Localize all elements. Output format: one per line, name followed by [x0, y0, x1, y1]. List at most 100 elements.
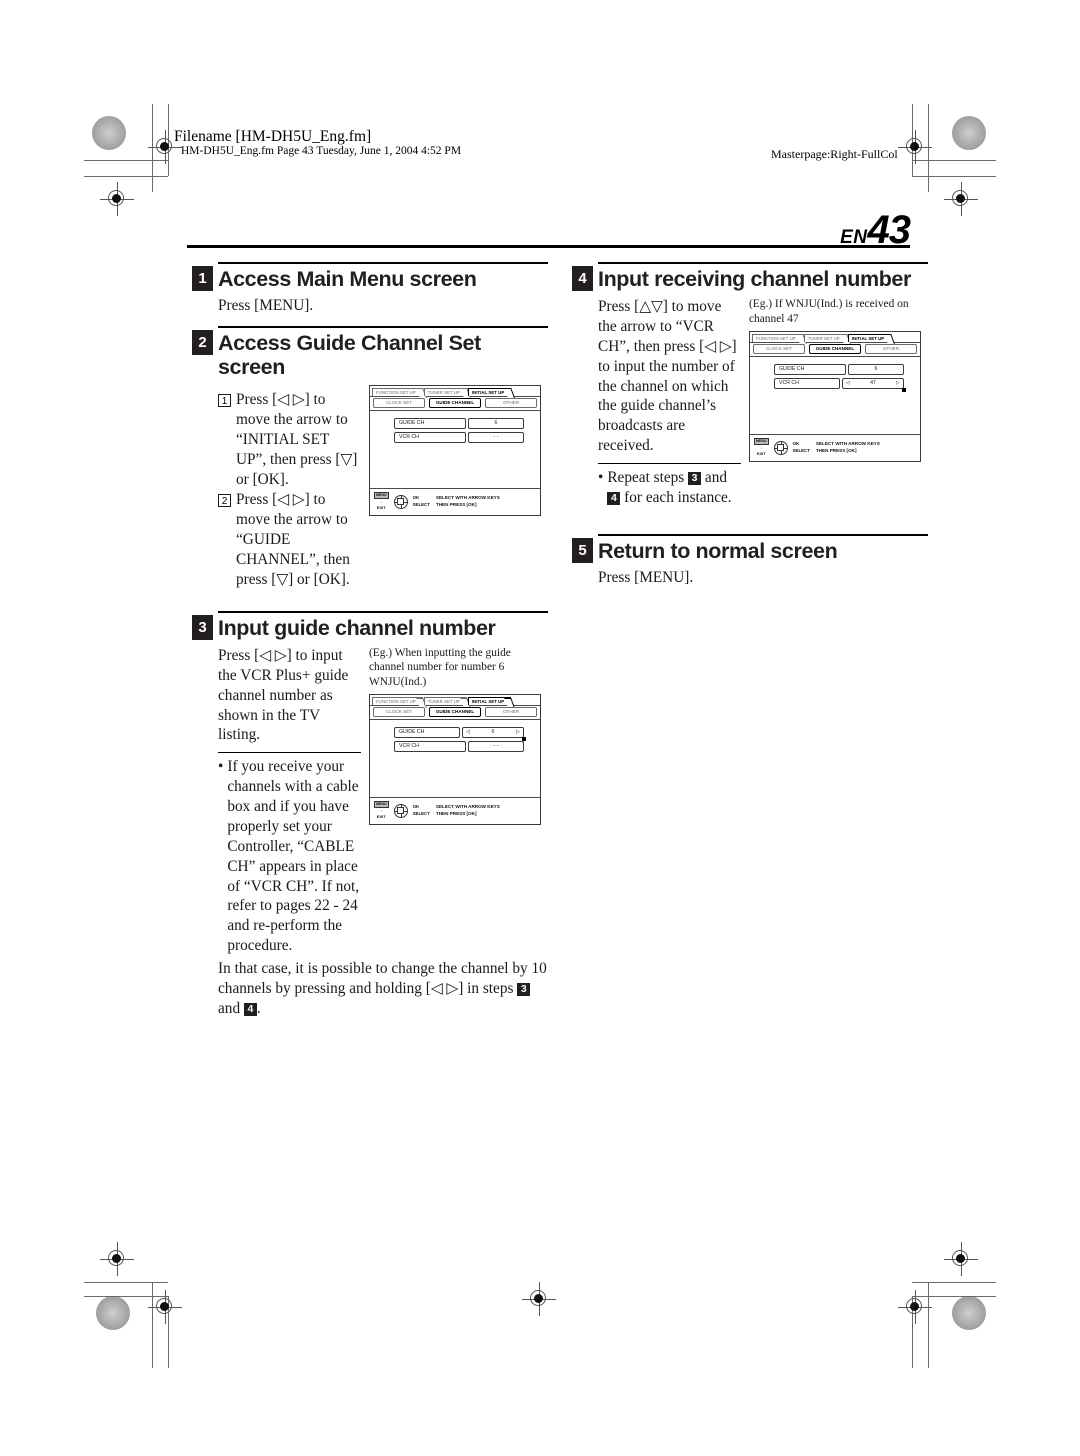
- step-3-text-col: Press [◁ ▷] to input the VCR Plus+ guide…: [218, 646, 361, 956]
- substep-text: Press [◁ ▷] to move the arrow to “GUIDE …: [236, 491, 350, 588]
- header-file-info: HM-DH5U_Eng.fm Page 43 Tuesday, June 1, …: [181, 145, 462, 157]
- osd-legend-menu-exit: MENU ↓ EXIT: [754, 438, 769, 457]
- osd-row-value[interactable]: ◁ 47 ▷: [842, 378, 906, 393]
- osd-tab-initial-set-up[interactable]: INITIAL SET UP: [847, 334, 892, 343]
- step-4-text: Press [△▽] to move the arrow to “VCR CH”…: [598, 298, 737, 455]
- step-3-badge: 3: [192, 614, 213, 640]
- step-3-note: In that case, it is possible to change t…: [218, 959, 548, 1019]
- step-5-badge: 5: [572, 537, 593, 563]
- osd-row-value[interactable]: 6: [848, 364, 904, 376]
- osd-legend-ok-select: OK SELECT: [413, 804, 430, 817]
- color-blob-top-right: [952, 116, 986, 150]
- osd-subtab-clock-set[interactable]: CLOCK SET: [753, 344, 805, 355]
- osd-tab-tuner-set-up[interactable]: TUNER SET UP: [423, 388, 467, 397]
- osd-tab-initial-set-up[interactable]: INITIAL SET UP: [467, 388, 512, 397]
- step-1-badge: 1: [192, 266, 213, 291]
- step-1: 1 Access Main Menu screen: [192, 262, 548, 291]
- trim-line: [84, 176, 168, 177]
- instruction-line-2: THEN PRESS [OK]: [435, 810, 477, 816]
- osd-legend-ok-select: OK SELECT: [413, 495, 430, 508]
- trim-line: [84, 1282, 168, 1283]
- left-arrow-icon[interactable]: ◁: [846, 379, 850, 388]
- osd-row-value[interactable]: - -: [468, 741, 524, 753]
- osd-tab-tuner-set-up[interactable]: TUNER SET UP: [803, 334, 847, 343]
- osd-tab-initial-set-up[interactable]: INITIAL SET UP: [467, 697, 512, 706]
- step-2-substeps: 1 Press [◁ ▷] to move the arrow to “INIT…: [218, 385, 361, 591]
- step-4-figure: (Eg.) If WNJU(Ind.) is received on chann…: [749, 297, 928, 508]
- osd-row-label: GUIDE CH: [394, 727, 460, 739]
- step-3-figure: (Eg.) When inputting the guide channel n…: [369, 646, 548, 956]
- step-4-text-col: Press [△▽] to move the arrow to “VCR CH”…: [598, 297, 741, 508]
- divider: [598, 463, 741, 465]
- osd-subtab-row: CLOCK SET GUIDE CHANNEL OTHER: [750, 342, 920, 356]
- osd-row-value[interactable]: ◁ 6 ▷: [462, 727, 526, 742]
- step-3-bullet-block: • If you receive your channels with a ca…: [218, 757, 361, 956]
- osd-tab-function-set-up[interactable]: FUNCTION SET UP: [372, 697, 423, 706]
- registration-mark-top-left-outer: [100, 182, 134, 216]
- arrow-pad-icon: [773, 440, 789, 456]
- osd-row-value[interactable]: - -: [468, 432, 524, 444]
- osd-body: GUIDE CH 6 VCR CH - -: [370, 410, 540, 488]
- exit-label: EXIT: [376, 814, 386, 820]
- trim-line: [912, 1296, 913, 1368]
- select-label: SELECT: [792, 447, 810, 453]
- registration-mark-bottom-center: [522, 1282, 556, 1316]
- trim-line: [84, 1296, 168, 1297]
- osd-legend: MENU ↓ EXIT OK SELECT SELECT WITH ARROW …: [750, 434, 920, 461]
- osd-legend-instruction: SELECT WITH ARROW KEYS THEN PRESS [OK]: [436, 804, 500, 817]
- step-3-note-pre: In that case, it is possible to change t…: [218, 960, 547, 997]
- step-3-note-mid: and: [218, 999, 244, 1017]
- trim-line: [152, 1282, 153, 1368]
- trim-line: [84, 160, 168, 161]
- osd-row-label: VCR CH: [774, 378, 840, 390]
- trim-line: [912, 160, 996, 161]
- repeat-post: for each instance.: [620, 488, 732, 506]
- osd-subtab-other[interactable]: OTHER: [485, 398, 537, 409]
- left-arrow-icon[interactable]: ◁: [466, 728, 470, 737]
- instruction-line-2: THEN PRESS [OK]: [815, 447, 857, 453]
- osd-tab-function-set-up[interactable]: FUNCTION SET UP: [372, 388, 423, 397]
- step-4-content: Press [△▽] to move the arrow to “VCR CH”…: [598, 297, 928, 508]
- step-2-figure: FUNCTION SET UP TUNER SET UP INITIAL SET…: [369, 385, 548, 591]
- trim-line: [168, 1296, 169, 1368]
- osd-row-label: GUIDE CH: [774, 364, 846, 376]
- trim-line: [912, 104, 913, 176]
- page-header-rule: [187, 245, 910, 248]
- osd-body: GUIDE CH ◁ 6 ▷ VCR CH - -: [370, 719, 540, 797]
- header-masterpage: Masterpage:Right-FullCol: [771, 147, 898, 161]
- step-3-note-badge-b: 4: [243, 1002, 257, 1016]
- osd-legend-instruction: SELECT WITH ARROW KEYS THEN PRESS [OK]: [816, 441, 880, 454]
- bullet-dot: •: [218, 758, 224, 776]
- substep: 1 Press [◁ ▷] to move the arrow to “INIT…: [218, 390, 361, 489]
- right-arrow-icon[interactable]: ▷: [516, 728, 520, 737]
- osd-value-text: 47: [870, 380, 876, 387]
- osd-subtab-clock-set[interactable]: CLOCK SET: [373, 398, 425, 409]
- step-3-content: Press [◁ ▷] to input the VCR Plus+ guide…: [218, 646, 548, 956]
- osd-legend: MENU ↓ EXIT OK SELECT SELECT WITH ARROW …: [370, 488, 540, 515]
- osd-row-label: GUIDE CH: [394, 418, 466, 430]
- osd-row-value[interactable]: 6: [468, 418, 524, 430]
- step-2: 2 Access Guide Channel Set screen: [192, 325, 548, 379]
- osd-row-vcr-ch: VCR CH ◁ 47 ▷: [774, 378, 906, 393]
- step-1-press: Press [MENU].: [218, 297, 314, 315]
- osd-legend-instruction: SELECT WITH ARROW KEYS THEN PRESS [OK]: [436, 495, 500, 508]
- right-arrow-icon[interactable]: ▷: [896, 379, 900, 388]
- osd-subtab-guide-channel[interactable]: GUIDE CHANNEL: [809, 344, 861, 355]
- osd-screen-step4: FUNCTION SET UP TUNER SET UP INITIAL SET…: [749, 331, 921, 463]
- repeat-badge-a: 3: [688, 472, 702, 486]
- osd-subtab-clock-set[interactable]: CLOCK SET: [373, 707, 425, 718]
- registration-mark-top-right-inner: [898, 130, 932, 164]
- osd-tab-function-set-up[interactable]: FUNCTION SET UP: [752, 334, 803, 343]
- repeat-mid: and: [701, 469, 727, 487]
- osd-subtab-other[interactable]: OTHER: [485, 707, 537, 718]
- registration-mark-top-right-outer: [944, 182, 978, 216]
- menu-chip: MENU: [374, 492, 389, 500]
- osd-subtab-other[interactable]: OTHER: [865, 344, 917, 355]
- osd-subtab-guide-channel[interactable]: GUIDE CHANNEL: [429, 398, 481, 409]
- trim-line: [168, 104, 169, 176]
- osd-tab-tuner-set-up[interactable]: TUNER SET UP: [423, 697, 467, 706]
- osd-subtab-guide-channel[interactable]: GUIDE CHANNEL: [429, 707, 481, 718]
- substep-badge: 2: [218, 494, 231, 508]
- step-3-text: Press [◁ ▷] to input the VCR Plus+ guide…: [218, 646, 349, 744]
- osd-row-guide-ch: GUIDE CH 6: [774, 364, 904, 376]
